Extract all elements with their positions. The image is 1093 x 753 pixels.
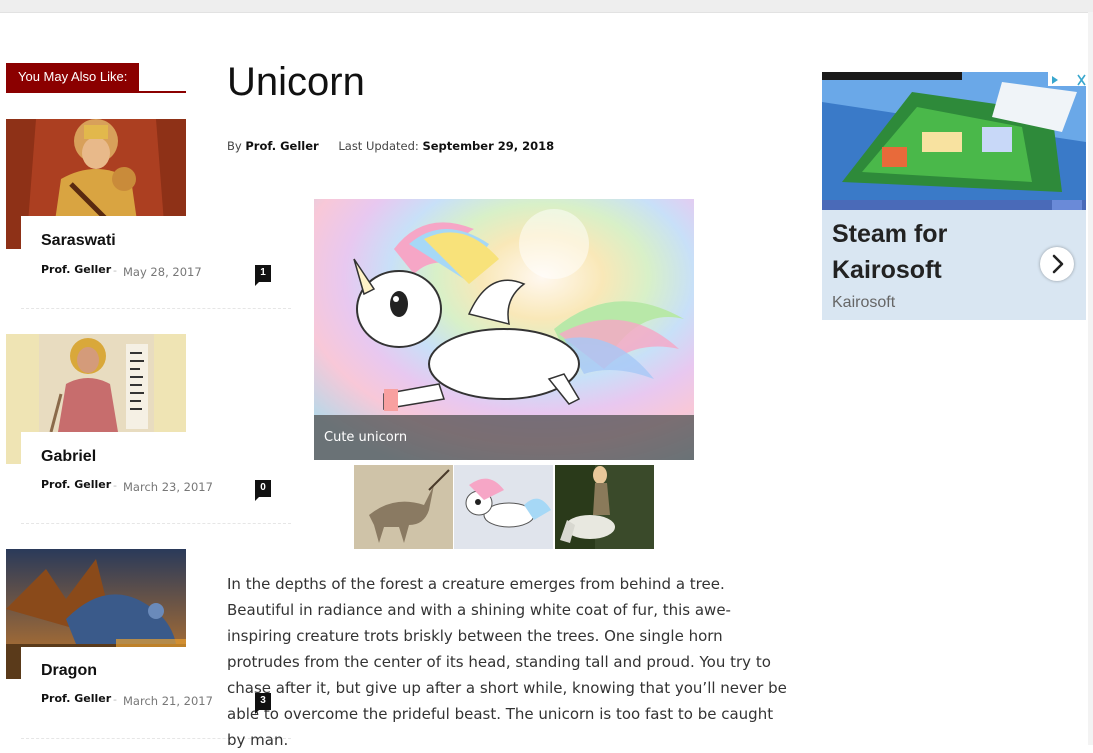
post-author[interactable]: Prof. Geller	[41, 263, 111, 276]
article-body: In the depths of the forest a creature e…	[227, 575, 787, 749]
ad-choices-bar[interactable]	[1048, 72, 1086, 86]
post-card	[21, 432, 191, 522]
ad-image[interactable]	[822, 72, 1086, 210]
article-author[interactable]: Prof. Geller	[245, 139, 318, 153]
article-byline: By Prof. Geller Last Updated: September …	[227, 139, 554, 153]
ad-headline[interactable]: Steam for Kairosoft	[832, 216, 1032, 288]
advertisement[interactable]: Steam for Kairosoft Kairosoft	[822, 72, 1086, 320]
gallery-caption-bar: Cute unicorn	[314, 415, 694, 460]
post-author[interactable]: Prof. Geller	[41, 478, 111, 491]
ad-next-button[interactable]	[1040, 247, 1074, 281]
comment-count-badge[interactable]: 3	[255, 693, 271, 714]
article-title: Unicorn	[227, 60, 365, 104]
related-post-gabriel[interactable]: Gabriel Prof. Geller - March 23, 2017 0	[6, 334, 296, 524]
comment-count-badge[interactable]: 1	[255, 265, 271, 286]
post-divider	[21, 523, 291, 524]
meta-separator: -	[113, 264, 117, 277]
post-author[interactable]: Prof. Geller	[41, 692, 111, 705]
meta-separator: -	[113, 479, 117, 492]
post-divider	[21, 308, 291, 309]
browser-top-bar	[0, 0, 1093, 13]
ad-advertiser[interactable]: Kairosoft	[832, 294, 895, 312]
sidebar-heading: You May Also Like:	[6, 63, 140, 91]
gallery-thumbnails	[354, 465, 654, 549]
post-date: May 28, 2017	[123, 265, 202, 279]
updated-date: September 29, 2018	[422, 139, 555, 153]
rider-on-white-horse-thumbnail[interactable]	[555, 465, 654, 549]
post-card	[21, 216, 191, 306]
by-label: By	[227, 139, 242, 153]
post-title[interactable]: Gabriel	[41, 448, 96, 466]
chevron-right-icon	[1052, 254, 1064, 274]
ad-choices-icon[interactable]	[1048, 73, 1086, 87]
post-date: March 21, 2017	[123, 694, 213, 708]
comment-count-badge[interactable]: 0	[255, 480, 271, 501]
gallery-caption: Cute unicorn	[324, 430, 408, 445]
scrollbar-track[interactable]	[1088, 12, 1093, 745]
meta-separator: -	[113, 693, 117, 706]
cartoon-unicorn-thumbnail[interactable]	[454, 465, 553, 549]
unicorn-sketch-thumbnail[interactable]	[354, 465, 453, 549]
post-title[interactable]: Saraswati	[41, 232, 116, 250]
post-date: March 23, 2017	[123, 480, 213, 494]
gallery-main-image[interactable]: Cute unicorn	[314, 199, 694, 460]
sidebar-heading-block: You May Also Like:	[6, 63, 186, 93]
post-title[interactable]: Dragon	[41, 662, 97, 680]
close-icon	[1077, 74, 1086, 86]
updated-label: Last Updated:	[338, 139, 419, 153]
